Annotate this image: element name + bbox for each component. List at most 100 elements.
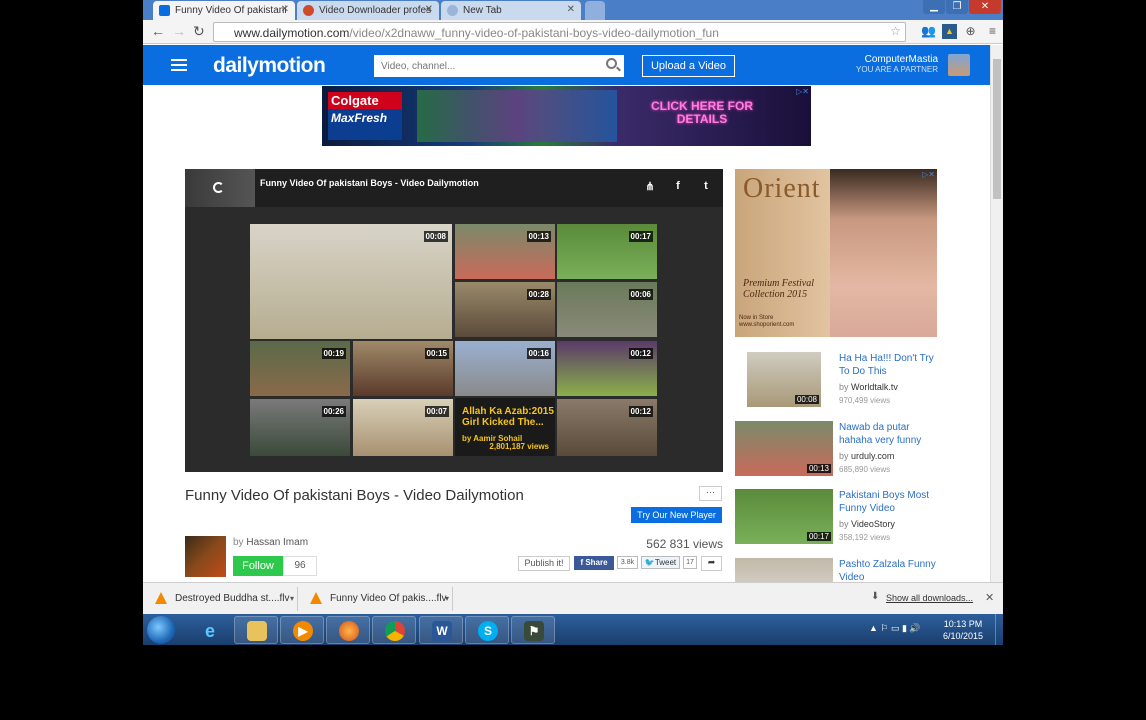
related-channel[interactable]: Worldtalk.tv [851, 382, 898, 392]
show-all-downloads-link[interactable]: Show all downloads... [886, 593, 973, 603]
related-channel[interactable]: urduly.com [851, 451, 894, 461]
wordpress-icon[interactable]: ⊕ [963, 24, 978, 39]
end-screen-video[interactable]: 00:28 [455, 282, 555, 337]
related-title[interactable]: Nawab da putar hahaha very funny [839, 421, 944, 447]
close-tab-icon[interactable]: ✕ [567, 4, 575, 15]
related-views: 970,499 views [839, 396, 891, 405]
related-title[interactable]: Ha Ha Ha!!! Don't Try To Do This [839, 352, 944, 378]
share-icon[interactable]: ⋔ [642, 180, 658, 196]
related-video[interactable]: 00:08 Ha Ha Ha!!! Don't Try To Do This b… [735, 352, 945, 410]
follow-button[interactable]: Follow [233, 556, 283, 576]
end-screen-video[interactable]: 00:15 [353, 341, 453, 396]
skype-icon: S [478, 621, 498, 641]
taskbar-firefox[interactable] [326, 616, 370, 644]
window-close-icon[interactable]: ✕ [969, 0, 1001, 14]
taskbar-media[interactable]: ▶ [280, 616, 324, 644]
related-channel[interactable]: VideoStory [851, 519, 895, 529]
taskbar-word[interactable]: W [419, 616, 463, 644]
show-desktop-button[interactable] [995, 614, 1003, 645]
publish-button[interactable]: Publish it! [518, 556, 570, 571]
taskbar-explorer[interactable] [234, 616, 278, 644]
adchoices-icon[interactable]: ▷✕ [796, 87, 809, 96]
end-screen-video[interactable]: 00:08 [250, 224, 452, 339]
end-screen-video[interactable]: 00:07 [353, 399, 453, 456]
video-duration: 00:13 [526, 231, 551, 242]
share-arrow-icon[interactable]: ➦ [701, 556, 722, 571]
related-thumbnail[interactable] [735, 558, 833, 582]
tweet-button[interactable]: 🐦Tweet [641, 556, 680, 569]
try-new-player-button[interactable]: Try Our New Player [631, 507, 722, 523]
facebook-icon[interactable]: f [670, 180, 686, 196]
search-input[interactable] [374, 55, 624, 77]
end-screen-video[interactable]: 00:12 [557, 341, 657, 396]
address-bar[interactable]: www.dailymotion.com/video/x2dnaww_funny-… [213, 22, 906, 42]
avatar[interactable] [948, 54, 970, 76]
taskbar-chrome[interactable] [372, 616, 416, 644]
related-video[interactable]: Pashto Zalzala Funny Video [735, 558, 945, 582]
minimize-icon[interactable]: ▁ [923, 0, 945, 14]
close-tab-icon[interactable]: ✕ [425, 4, 433, 15]
reload-icon[interactable]: ↻ [193, 23, 205, 40]
forward-arrow-icon[interactable]: → [172, 23, 186, 39]
clock[interactable]: 10:13 PM 6/10/2015 [939, 618, 987, 642]
video-duration: 00:13 [806, 464, 831, 473]
twitter-icon[interactable]: t [698, 180, 714, 196]
user-menu[interactable]: ComputerMastia YOU ARE A PARTNER [843, 54, 938, 74]
download-item[interactable]: Funny Video Of pakis....flv ▾ [300, 587, 453, 611]
related-video[interactable]: 00:17 Pakistani Boys Most Funny Video by… [735, 489, 945, 547]
maximize-icon[interactable]: ❐ [946, 0, 968, 14]
facebook-share-button[interactable]: f Share [574, 556, 614, 570]
download-menu-arrow-icon[interactable]: ▾ [290, 587, 294, 611]
ad-cta[interactable]: CLICK HERE FOR DETAILS [647, 100, 757, 126]
adchoices-icon[interactable]: ▷✕ [922, 170, 935, 179]
end-screen-video[interactable]: 00:12 [557, 399, 657, 456]
taskbar-skype[interactable]: S [465, 616, 509, 644]
dailymotion-logo[interactable]: dailymotion [213, 54, 326, 78]
page-scrollbar[interactable] [990, 45, 1003, 582]
new-tab-button[interactable] [585, 1, 605, 20]
people-icon[interactable]: 👥 [921, 24, 936, 39]
taskbar-ie[interactable]: e [187, 616, 231, 644]
end-screen-video[interactable]: 00:26 [250, 399, 350, 456]
search-icon[interactable] [606, 58, 617, 69]
related-thumbnail[interactable]: 00:17 [735, 489, 833, 544]
upload-video-button[interactable]: Upload a Video [642, 55, 735, 77]
collapse-icon[interactable]: ⋯ [699, 486, 722, 501]
tab-new-tab[interactable]: New Tab ✕ [441, 1, 581, 20]
chrome-menu-icon[interactable]: ≡ [985, 24, 1000, 39]
related-thumbnail[interactable]: 00:13 [735, 421, 833, 476]
start-button[interactable] [147, 616, 175, 644]
end-screen-video[interactable]: 00:06 [557, 282, 657, 337]
download-menu-arrow-icon[interactable]: ▾ [445, 587, 449, 611]
related-video[interactable]: 00:13 Nawab da putar hahaha very funny b… [735, 421, 945, 479]
related-title[interactable]: Pakistani Boys Most Funny Video [839, 489, 944, 515]
by-label: by [839, 519, 849, 529]
system-tray-icons[interactable]: ▲ ⚐ ▭ ▮ 🔊 [869, 623, 921, 634]
side-ad[interactable]: Orient Premium Festival Collection 2015 … [735, 169, 937, 337]
tab-video-downloader[interactable]: Video Downloader profes ✕ [297, 1, 439, 20]
extension-icon[interactable]: ▲ [942, 24, 957, 39]
tab-dailymotion[interactable]: Funny Video Of pakistani ✕ [153, 1, 295, 20]
end-screen-video[interactable]: 00:16 [455, 341, 555, 396]
related-thumbnail[interactable]: 00:08 [747, 352, 821, 407]
scrollbar-thumb[interactable] [993, 59, 1001, 199]
back-arrow-icon[interactable]: ← [151, 23, 165, 39]
channel-avatar[interactable] [185, 536, 226, 577]
replay-icon[interactable] [213, 182, 224, 193]
end-screen-video[interactable]: 00:13 [455, 224, 555, 279]
promoted-video[interactable]: Allah Ka Azab:2015 Girl Kicked The... by… [455, 398, 555, 456]
close-download-bar-icon[interactable]: ✕ [985, 591, 994, 604]
video-player[interactable]: Funny Video Of pakistani Boys - Video Da… [185, 169, 723, 472]
bookmark-star-icon[interactable]: ☆ [888, 24, 903, 39]
banner-ad[interactable]: Colgate MaxFresh CLICK HERE FOR DETAILS … [322, 86, 811, 146]
channel-name[interactable]: Hassan Imam [246, 537, 308, 548]
site-header: dailymotion Upload a Video ComputerMasti… [143, 45, 990, 85]
related-title[interactable]: Pashto Zalzala Funny Video [839, 558, 944, 582]
taskbar-app[interactable]: ⚑ [511, 616, 555, 644]
view-count: 562 831 views [646, 537, 723, 551]
download-item[interactable]: Destroyed Buddha st....flv ▾ [145, 587, 298, 611]
close-tab-icon[interactable]: ✕ [281, 4, 289, 15]
end-screen-video[interactable]: 00:17 [557, 224, 657, 279]
hamburger-menu-icon[interactable] [171, 59, 187, 71]
end-screen-video[interactable]: 00:19 [250, 341, 350, 396]
